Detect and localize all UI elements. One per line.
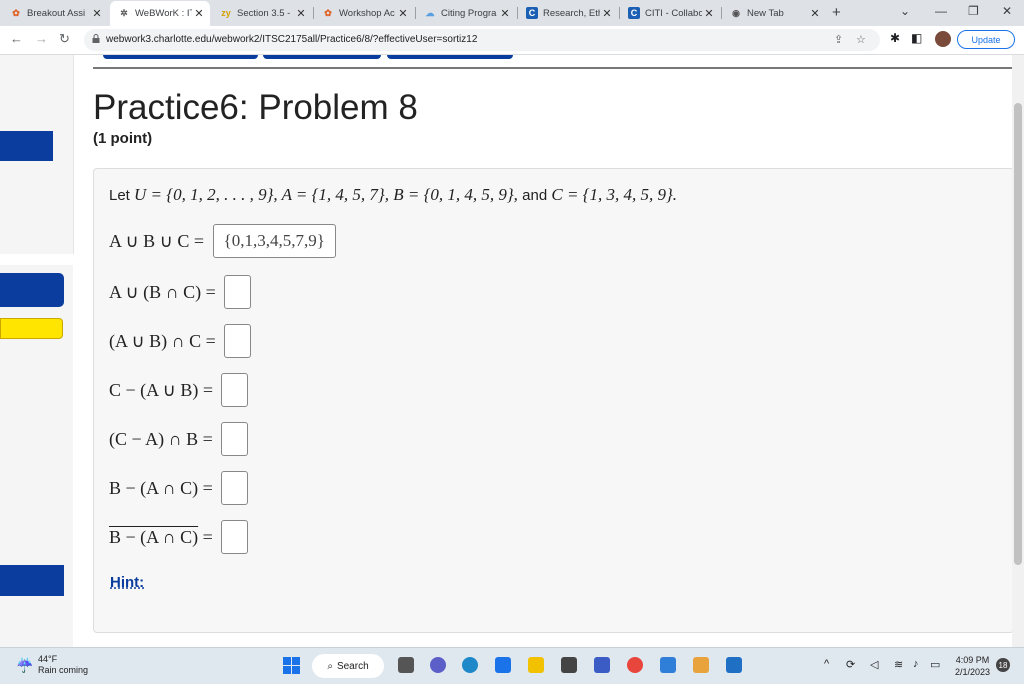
lock-icon — [92, 34, 100, 43]
reload-icon[interactable]: ↻ — [59, 31, 70, 47]
teams-icon[interactable] — [430, 657, 446, 673]
answer-field[interactable] — [221, 422, 249, 456]
taskbar-search[interactable]: ⌕ Search — [312, 654, 384, 678]
citi-icon: C — [628, 7, 640, 19]
question-row: A ∪ B ∪ C = {0,1,3,4,5,7,9} — [109, 224, 336, 258]
close-icon[interactable]: ✕ — [702, 7, 716, 20]
close-icon[interactable]: ✕ — [192, 7, 206, 20]
breakout-icon: ✿ — [12, 7, 20, 18]
mail-icon[interactable] — [495, 657, 511, 673]
tab-research[interactable]: C Research, Eth ✕ — [518, 2, 618, 24]
question-row: (A ∪ B) ∩ C = — [109, 324, 252, 358]
sync-icon[interactable]: ⟳ — [846, 658, 855, 671]
battery-icon[interactable]: ▭ — [930, 658, 940, 671]
question-row: (C − A) ∩ B = — [109, 422, 249, 456]
chevron-up-icon[interactable]: ^ — [824, 658, 829, 670]
side-nav-button[interactable] — [0, 273, 64, 307]
extensions-icon[interactable]: ✱ — [890, 31, 900, 45]
side-highlight-button[interactable] — [0, 318, 63, 339]
tab-breakout[interactable]: ✿ Breakout Assi ✕ — [2, 2, 108, 24]
file-explorer-icon[interactable] — [528, 657, 544, 673]
answer-field[interactable]: {0,1,3,4,5,7,9} — [212, 224, 336, 258]
edge-icon[interactable] — [462, 657, 478, 673]
back-icon[interactable]: ← — [10, 31, 23, 46]
app-icon[interactable] — [693, 657, 709, 673]
close-window-icon[interactable]: ✕ — [1002, 4, 1012, 18]
wifi-icon[interactable]: ≋ — [894, 658, 903, 671]
forward-icon[interactable]: → — [35, 31, 48, 46]
volume-icon[interactable]: ♪ — [913, 658, 919, 670]
problem-points: (1 point) — [93, 130, 153, 147]
task-view-icon[interactable] — [398, 657, 414, 673]
question-row: A ∪ (B ∩ C) = — [109, 275, 252, 309]
webwork-page: Practice6: Problem 8 (1 point) Let U = {… — [0, 55, 1012, 647]
citi-icon: C — [526, 7, 538, 19]
taskbar-clock[interactable]: 4:09 PM 2/1/2023 — [955, 654, 990, 678]
nav-button[interactable] — [103, 55, 258, 59]
restore-icon[interactable]: ❐ — [968, 4, 979, 18]
nav-button[interactable] — [263, 55, 381, 59]
nav-button[interactable] — [387, 55, 513, 59]
tab-section[interactable]: zy Section 3.5 - ✕ — [212, 2, 312, 24]
tab-search-icon[interactable]: ⌄ — [900, 4, 910, 18]
chrome-icon: ◉ — [732, 7, 740, 18]
new-tab-button[interactable]: + — [832, 4, 841, 21]
workshop-icon: ✿ — [324, 7, 332, 18]
answer-field[interactable] — [221, 373, 249, 407]
close-icon[interactable]: ✕ — [808, 7, 822, 20]
store-icon[interactable] — [561, 657, 577, 673]
update-button[interactable]: Update — [957, 30, 1015, 49]
answer-field[interactable] — [224, 275, 252, 309]
profile-avatar[interactable] — [935, 31, 951, 47]
app-icon[interactable] — [660, 657, 676, 673]
side-nav-button[interactable] — [0, 131, 53, 161]
url-text: webwork3.charlotte.edu/webwork2/ITSC2175… — [106, 34, 478, 45]
question-row: B − (A ∩ C) = — [109, 471, 249, 505]
answer-field[interactable] — [224, 324, 252, 358]
webwork-icon: ✲ — [120, 8, 128, 18]
tab-citing[interactable]: ☁ Citing Progra ✕ — [416, 2, 516, 24]
answer-field[interactable] — [221, 520, 249, 554]
side-panel-icon[interactable]: ◧ — [911, 31, 922, 45]
weather-widget[interactable]: 44°F Rain coming — [38, 654, 88, 676]
page-title: Practice6: Problem 8 — [93, 88, 418, 127]
address-bar[interactable]: webwork3.charlotte.edu/webwork2/ITSC2175… — [84, 29, 880, 51]
share-icon[interactable]: ⇪ — [834, 33, 843, 46]
side-nav-button[interactable] — [0, 565, 64, 596]
search-icon: ⌕ — [327, 660, 333, 672]
close-icon[interactable]: ✕ — [600, 7, 614, 20]
notification-badge[interactable]: 18 — [996, 658, 1010, 672]
answer-field[interactable] — [221, 471, 249, 505]
hint-link[interactable]: Hint: — [110, 574, 144, 591]
close-icon[interactable]: ✕ — [396, 7, 410, 20]
chrome-taskbar-icon[interactable] — [627, 657, 643, 673]
rain-icon: ☔ — [16, 657, 34, 673]
close-icon[interactable]: ✕ — [90, 7, 104, 20]
tab-citi[interactable]: C CITI - Collabo ✕ — [620, 2, 720, 24]
question-row: B − (A ∩ C) = — [109, 520, 249, 554]
bookmark-star-icon[interactable]: ☆ — [856, 33, 866, 46]
question-row: C − (A ∪ B) = — [109, 373, 249, 407]
app-icon[interactable] — [594, 657, 610, 673]
tab-new-tab[interactable]: ◉ New Tab ✕ — [722, 2, 826, 24]
vscode-icon[interactable] — [726, 657, 742, 673]
problem-body: Let U = {0, 1, 2, . . . , 9}, A = {1, 4,… — [93, 168, 1012, 633]
problem-prompt: Let U = {0, 1, 2, . . . , 9}, A = {1, 4,… — [109, 185, 678, 204]
close-icon[interactable]: ✕ — [294, 7, 308, 20]
tab-webwork[interactable]: ✲ WeBWorK : IT ✕ — [110, 1, 210, 26]
browser-toolbar: ← → ↻ webwork3.charlotte.edu/webwork2/IT… — [0, 26, 1024, 55]
close-icon[interactable]: ✕ — [498, 7, 512, 20]
tab-workshop[interactable]: ✿ Workshop Ac ✕ — [314, 2, 414, 24]
browser-tab-strip: ✿ Breakout Assi ✕ ✲ WeBWorK : IT ✕ zy Se… — [0, 0, 1024, 26]
problem-nav-bar — [93, 55, 1012, 69]
scrollbar-thumb[interactable] — [1014, 103, 1022, 565]
send-icon[interactable]: ◁ — [870, 658, 878, 671]
minimize-icon[interactable]: — — [935, 4, 947, 18]
section-icon: zy — [221, 8, 231, 18]
cloud-icon: ☁ — [425, 7, 435, 18]
windows-taskbar: ☔ 44°F Rain coming ⌕ Search ^ ⟳ ◁ ≋ ♪ ▭ 4… — [0, 647, 1024, 684]
windows-start-icon[interactable] — [283, 657, 300, 674]
